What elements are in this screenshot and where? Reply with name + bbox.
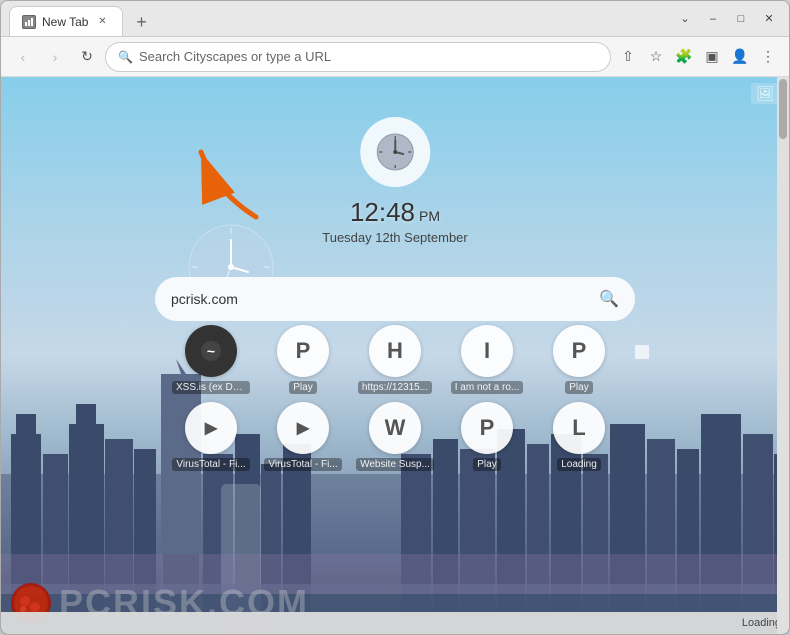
share-button[interactable]: ⇧ [615,44,641,70]
minimize-button[interactable]: – [701,7,725,31]
speed-dial-label-7: Website Susp... [356,458,434,471]
bookmark-button[interactable]: ☆ [643,44,669,70]
tab-close-btn[interactable]: ✕ [94,14,110,30]
profile-button[interactable]: 👤 [727,44,753,70]
address-bar[interactable]: 🔍 Search Cityscapes or type a URL [105,42,611,72]
tab-scroll-btn[interactable]: ⌄ [673,7,697,31]
scrollbar[interactable] [777,77,789,634]
nav-right-buttons: ⇧ ☆ 🧩 ▣ 👤 ⋮ [615,44,781,70]
address-search-icon: 🔍 [118,50,133,64]
speed-dial-item-6: ▶ VirusTotal - Fi... [263,402,343,471]
speed-dial-label-6: VirusTotal - Fi... [264,458,341,471]
speed-dial-circle-1[interactable]: P [277,325,329,377]
speed-dial-item-4: P Play [539,325,619,394]
sidebar-button[interactable]: ▣ [699,44,725,70]
active-tab[interactable]: New Tab ✕ [9,6,123,36]
browser-content: 12:48PM Tuesday 12th September pcrisk.co… [1,77,789,634]
refresh-button[interactable]: ↻ [73,43,101,71]
speed-dial-item-9: L Loading [539,402,619,471]
new-tab-button[interactable]: + [127,8,155,36]
speed-dial-item-2: H https://12315... [355,325,435,394]
speed-dial-label-0: XSS.is (ex Da... [172,381,250,394]
search-bar[interactable]: pcrisk.com 🔍 [155,277,635,321]
loading-bar: Loading [1,612,789,634]
clock-date: Tuesday 12th September [322,230,468,245]
speed-dial-circle-0[interactable]: ~ [185,325,237,377]
tab-title: New Tab [42,15,88,29]
speed-dial-circle-2[interactable]: H [369,325,421,377]
speed-dial-label-4: Play [565,381,592,394]
speed-dial-row-2: ▶ VirusTotal - Fi... ▶ VirusTotal - Fi..… [125,402,665,471]
search-input-text[interactable]: pcrisk.com [171,291,591,307]
speed-dial-label-9: Loading [557,458,601,471]
speed-dial-item-5: ▶ VirusTotal - Fi... [171,402,251,471]
speed-dial: ~ XSS.is (ex Da... P Play H https://1231… [125,325,665,479]
scrollbar-thumb[interactable] [779,79,787,139]
window-controls: ⌄ – □ ✕ [673,7,781,31]
tab-favicon [22,15,36,29]
tab-area: New Tab ✕ + [9,1,673,36]
title-bar: New Tab ✕ + ⌄ – □ ✕ [1,1,789,37]
extensions-button[interactable]: 🧩 [671,44,697,70]
speed-dial-row-1: ~ XSS.is (ex Da... P Play H https://1231… [125,325,665,394]
speed-dial-label-3: I am not a ro... [451,381,523,394]
speed-dial-circle-4[interactable]: P [553,325,605,377]
svg-text:~: ~ [207,343,215,359]
speed-dial-circle-3[interactable]: I [461,325,513,377]
loading-text: Loading [742,617,781,629]
clock-widget: 12:48PM Tuesday 12th September [322,117,468,245]
close-button[interactable]: ✕ [757,7,781,31]
search-bar-container: pcrisk.com 🔍 [155,277,635,321]
background-image-button[interactable]: 🖼 [751,83,779,104]
browser-window: New Tab ✕ + ⌄ – □ ✕ ‹ › ↻ 🔍 Search Citys… [0,0,790,635]
maximize-button[interactable]: □ [729,7,753,31]
nav-bar: ‹ › ↻ 🔍 Search Cityscapes or type a URL … [1,37,789,77]
speed-dial-circle-9[interactable]: L [553,402,605,454]
speed-dial-item-1: P Play [263,325,343,394]
speed-dial-item-8: P Play [447,402,527,471]
back-button[interactable]: ‹ [9,43,37,71]
forward-button[interactable]: › [41,43,69,71]
speed-dial-item-7: W Website Susp... [355,402,435,471]
speed-dial-circle-5[interactable]: ▶ [185,402,237,454]
speed-dial-circle-6[interactable]: ▶ [277,402,329,454]
clock-time: 12:48PM [322,197,468,228]
speed-dial-item-3: I I am not a ro... [447,325,527,394]
speed-dial-item-0: ~ XSS.is (ex Da... [171,325,251,394]
speed-dial-label-1: Play [289,381,316,394]
search-icon: 🔍 [599,289,619,309]
speed-dial-circle-7[interactable]: W [369,402,421,454]
speed-dial-label-2: https://12315... [358,381,432,394]
speed-dial-label-5: VirusTotal - Fi... [172,458,249,471]
clock-icon [360,117,430,187]
speed-dial-label-8: Play [473,458,500,471]
menu-button[interactable]: ⋮ [755,44,781,70]
speed-dial-circle-8[interactable]: P [461,402,513,454]
address-text: Search Cityscapes or type a URL [139,49,598,64]
